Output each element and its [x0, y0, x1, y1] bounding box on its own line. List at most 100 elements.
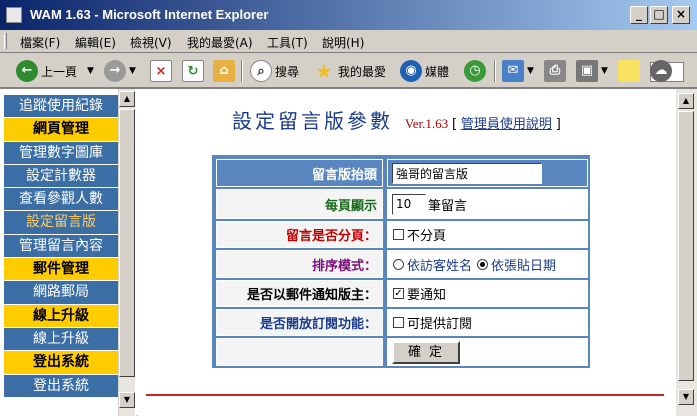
toolbar-separator	[241, 60, 243, 82]
subscribe-checkbox[interactable]	[393, 317, 404, 328]
favorites-label: 我的最愛	[338, 64, 387, 79]
per-page-unit: 筆留言	[428, 198, 468, 214]
version-label: Ver.1.63	[404, 116, 449, 131]
menu-tools[interactable]: 工具(T)	[267, 34, 308, 51]
back-button[interactable]: ← 上一頁 ▼	[16, 58, 94, 84]
sort-by-name-label: 依訪客姓名	[407, 258, 473, 274]
page-scroll-down-icon[interactable]: ▼	[678, 389, 694, 405]
refresh-icon: ↻	[182, 60, 204, 82]
sort-by-date-label: 依張貼日期	[491, 258, 557, 274]
menu-favorites[interactable]: 我的最愛(A)	[187, 34, 253, 51]
notify-checkbox[interactable]: ✓	[393, 288, 404, 299]
nav-item[interactable]: 登出系統	[4, 374, 118, 398]
form-row-board-title: 留言版抬頭	[216, 159, 588, 187]
maximize-button[interactable]: □	[650, 6, 668, 24]
nav-scroll-down-icon[interactable]: ▼	[119, 392, 135, 408]
sticky-note-icon	[618, 60, 640, 82]
minimize-button[interactable]: _	[630, 6, 648, 24]
page-scrollbar[interactable]: ▲ ▼	[676, 89, 697, 416]
media-button[interactable]: ◉ 媒體	[400, 58, 449, 84]
media-globe-icon: ◉	[400, 60, 422, 82]
per-page-input[interactable]	[392, 193, 426, 215]
notify-label: 是否以郵件通知版主：	[216, 280, 383, 307]
forward-arrow-icon: →	[104, 60, 126, 82]
mail-dropdown-icon[interactable]: ▼	[527, 66, 534, 76]
forward-button[interactable]: → ▼	[104, 58, 136, 84]
nav-item[interactable]: 查看參觀人數	[4, 188, 118, 212]
media-label: 媒體	[425, 64, 450, 79]
sort-by-date-radio[interactable]	[477, 258, 489, 270]
nav-item[interactable]: 線上升級	[4, 327, 118, 352]
edit-button[interactable]: ▣ ▼	[576, 58, 608, 84]
menu-help[interactable]: 說明(H)	[322, 34, 364, 51]
print-icon: ⎙	[544, 60, 566, 82]
mail-button[interactable]: ✉ ▼	[502, 58, 534, 84]
paging-option-label: 不分頁	[407, 229, 447, 244]
edit-dropdown-icon[interactable]: ▼	[601, 66, 608, 76]
toolbar-separator	[494, 60, 496, 82]
nav-item[interactable]: 追蹤使用紀錄	[4, 95, 118, 119]
messenger-button[interactable]: ☁	[650, 58, 675, 84]
admin-help-link[interactable]: 管理員使用說明	[461, 117, 552, 132]
nav-section-header: 線上升級	[4, 304, 118, 328]
home-icon: ⌂	[213, 60, 235, 82]
page-viewport: 追蹤使用紀錄 網頁管理 管理數字圖庫 設定計數器 查看參觀人數 設定留言版 管理留言內容 郵件…	[0, 88, 697, 416]
submit-cell: 確定	[387, 338, 588, 366]
board-title-cell	[387, 159, 588, 187]
subscribe-label: 是否開放訂閱功能：	[216, 309, 383, 336]
nav-item[interactable]: 管理數字圖庫	[4, 141, 118, 165]
bracket-open: [	[452, 117, 458, 132]
back-dropdown-icon[interactable]: ▼	[87, 66, 94, 76]
star-icon: ★	[315, 59, 333, 83]
notify-cell: ✓ 要通知	[387, 280, 588, 307]
home-button[interactable]: ⌂	[213, 58, 238, 84]
search-button[interactable]: ⌕ 搜尋	[250, 58, 299, 84]
menu-file[interactable]: 檔案(F)	[20, 34, 60, 51]
board-title-label: 留言版抬頭	[216, 159, 383, 187]
subscribe-cell: 可提供訂閱	[387, 309, 588, 336]
menu-view[interactable]: 檢視(V)	[130, 34, 172, 51]
submit-button[interactable]: 確定	[392, 340, 460, 364]
forward-dropdown-icon[interactable]: ▼	[129, 66, 136, 76]
submit-spacer	[216, 338, 383, 366]
notes-button[interactable]	[618, 58, 643, 84]
nav-section-header: 郵件管理	[4, 258, 118, 282]
refresh-button[interactable]: ↻	[182, 58, 207, 84]
nav-item[interactable]: 管理留言內容	[4, 234, 118, 259]
nav-item[interactable]: 網路郵局	[4, 281, 118, 305]
window-titlebar: WAM 1.63 - Microsoft Internet Explorer _…	[0, 0, 697, 30]
bracket-close: ]	[555, 117, 561, 132]
navigation-frame: 追蹤使用紀錄 網頁管理 管理數字圖庫 設定計數器 查看參觀人數 設定留言版 管理留言內容 郵件…	[0, 89, 136, 416]
nav-list: 追蹤使用紀錄 網頁管理 管理數字圖庫 設定計數器 查看參觀人數 設定留言版 管理留言內容 郵件…	[4, 95, 118, 398]
history-button[interactable]: ◷	[464, 58, 489, 84]
page-scroll-thumb[interactable]	[678, 111, 694, 381]
settings-form: 留言版抬頭 每頁顯示 筆留言 留言是否分頁： 不分頁	[212, 155, 590, 368]
print-button[interactable]: ⎙	[544, 58, 569, 84]
search-label: 搜尋	[275, 64, 300, 79]
window-title: WAM 1.63 - Microsoft Internet Explorer	[30, 7, 269, 22]
edit-icon: ▣	[576, 60, 598, 82]
favorites-button[interactable]: ★ 我的最愛	[313, 58, 386, 84]
subscribe-option-label: 可提供訂閱	[407, 317, 473, 332]
close-button[interactable]: ×	[672, 6, 690, 24]
per-page-cell: 筆留言	[387, 189, 588, 219]
sort-by-name-radio[interactable]	[393, 258, 404, 270]
nav-item[interactable]: 設定計數器	[4, 164, 118, 189]
stop-button[interactable]: ×	[150, 58, 175, 84]
nav-item[interactable]: 設定留言版	[4, 211, 118, 235]
stop-icon: ×	[150, 60, 172, 82]
nav-scroll-thumb[interactable]	[119, 109, 135, 377]
form-row-per-page: 每頁顯示 筆留言	[216, 189, 588, 219]
nav-scrollbar[interactable]: ▲ ▼	[118, 89, 135, 416]
menu-edit[interactable]: 編輯(E)	[75, 34, 116, 51]
notify-option-label: 要通知	[407, 288, 447, 303]
ie-page-icon	[6, 7, 22, 23]
nav-section-header: 登出系統	[4, 351, 118, 375]
form-row-submit: 確定	[216, 338, 588, 366]
page-scroll-up-icon[interactable]: ▲	[678, 93, 694, 109]
back-label: 上一頁	[41, 64, 78, 79]
nav-scroll-up-icon[interactable]: ▲	[119, 91, 135, 107]
board-title-input[interactable]	[392, 162, 542, 184]
sort-cell: 依訪客姓名 依張貼日期	[387, 250, 588, 278]
paging-checkbox[interactable]	[393, 229, 404, 240]
